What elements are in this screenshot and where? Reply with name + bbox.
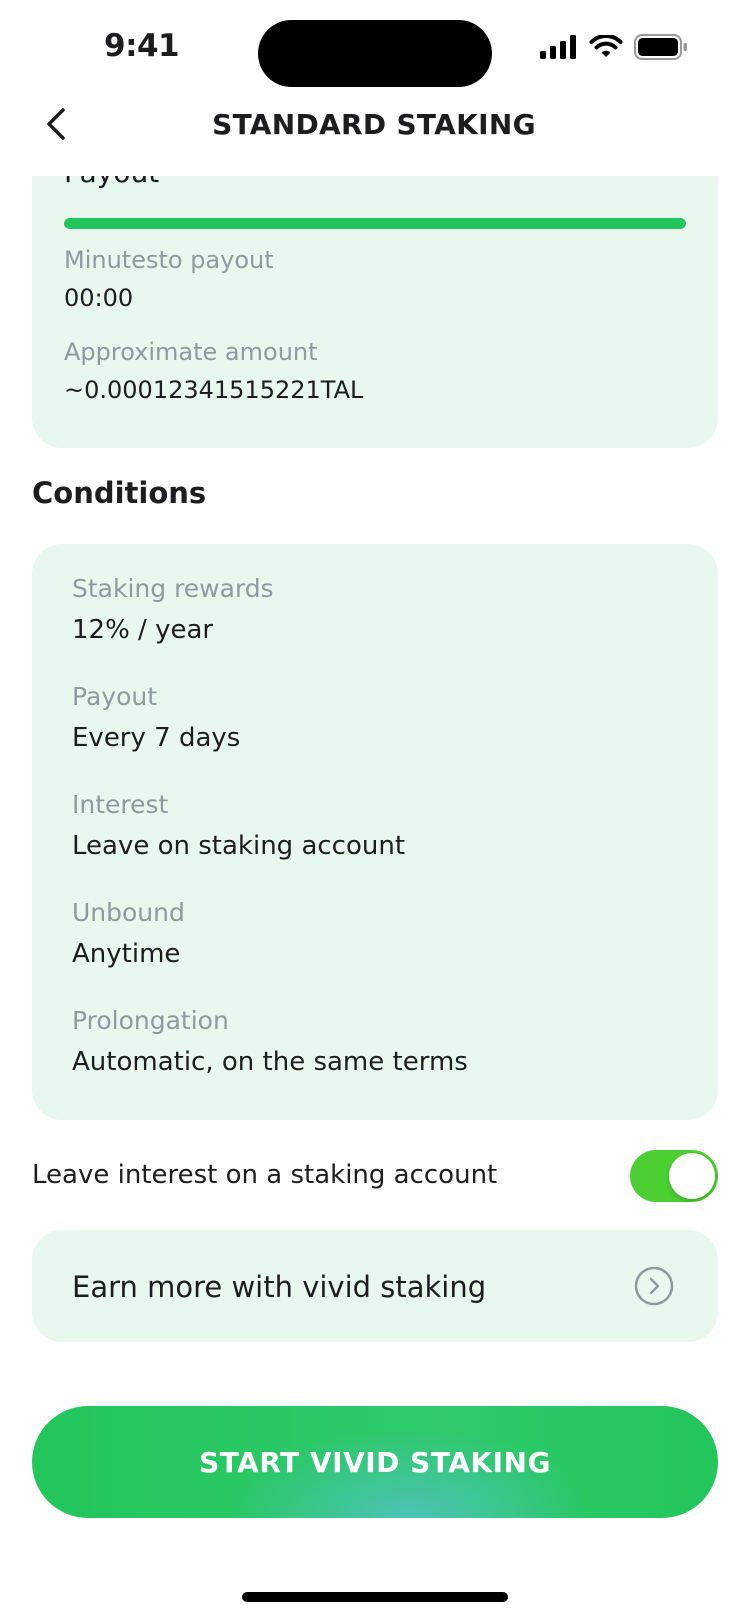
leave-interest-row: Leave interest on a staking account — [32, 1150, 718, 1206]
condition-value: Every 7 days — [72, 723, 241, 753]
condition-interest: Interest Leave on staking account — [72, 790, 405, 861]
wifi-icon — [589, 34, 623, 63]
minutes-to-payout-label: Minutesto payout — [64, 246, 274, 274]
condition-prolongation: Prolongation Automatic, on the same term… — [72, 1006, 468, 1077]
status-time: 9:41 — [104, 28, 180, 64]
condition-unbound: Unbound Anytime — [72, 898, 185, 969]
status-bar: 9:41 — [0, 0, 748, 96]
page-title: STANDARD STAKING — [212, 108, 536, 141]
payout-progress-bar — [64, 218, 686, 229]
promo-text: Earn more with vivid staking — [72, 1270, 487, 1304]
battery-icon — [634, 34, 688, 64]
approximate-amount-label: Approximate amount — [64, 338, 318, 366]
conditions-card: Staking rewards 12% / year Payout Every … — [32, 544, 718, 1120]
condition-value: Automatic, on the same terms — [72, 1047, 468, 1077]
conditions-title: Conditions — [32, 476, 207, 510]
condition-label: Interest — [72, 790, 169, 819]
approximate-amount-value: ~0.00012341515221TAL — [64, 376, 364, 404]
condition-payout: Payout Every 7 days — [72, 682, 240, 753]
condition-label: Staking rewards — [72, 574, 274, 603]
nav-bar: STANDARD STAKING — [0, 96, 748, 176]
signal-icon — [540, 35, 578, 63]
leave-interest-toggle[interactable] — [630, 1150, 718, 1202]
minutes-to-payout-value: 00:00 — [64, 284, 134, 312]
toggle-knob — [669, 1153, 715, 1199]
condition-label: Payout — [72, 682, 158, 711]
payout-progress-fill — [64, 218, 686, 229]
home-indicator — [242, 1592, 508, 1602]
condition-staking-rewards: Staking rewards 12% / year — [72, 574, 274, 645]
leave-interest-label: Leave interest on a staking account — [32, 1160, 498, 1190]
chevron-right-circle-icon — [634, 1266, 674, 1306]
payout-card: Payout Minutesto payout 00:00 Approximat… — [32, 130, 718, 448]
dynamic-island — [258, 20, 492, 87]
start-vivid-staking-button[interactable]: START VIVID STAKING — [32, 1406, 718, 1518]
status-icons — [540, 34, 688, 64]
condition-label: Unbound — [72, 898, 185, 927]
condition-value: Leave on staking account — [72, 831, 406, 861]
condition-value: 12% / year — [72, 615, 214, 645]
vivid-staking-promo-card[interactable]: Earn more with vivid staking — [32, 1230, 718, 1342]
condition-value: Anytime — [72, 939, 181, 969]
condition-label: Prolongation — [72, 1006, 229, 1035]
